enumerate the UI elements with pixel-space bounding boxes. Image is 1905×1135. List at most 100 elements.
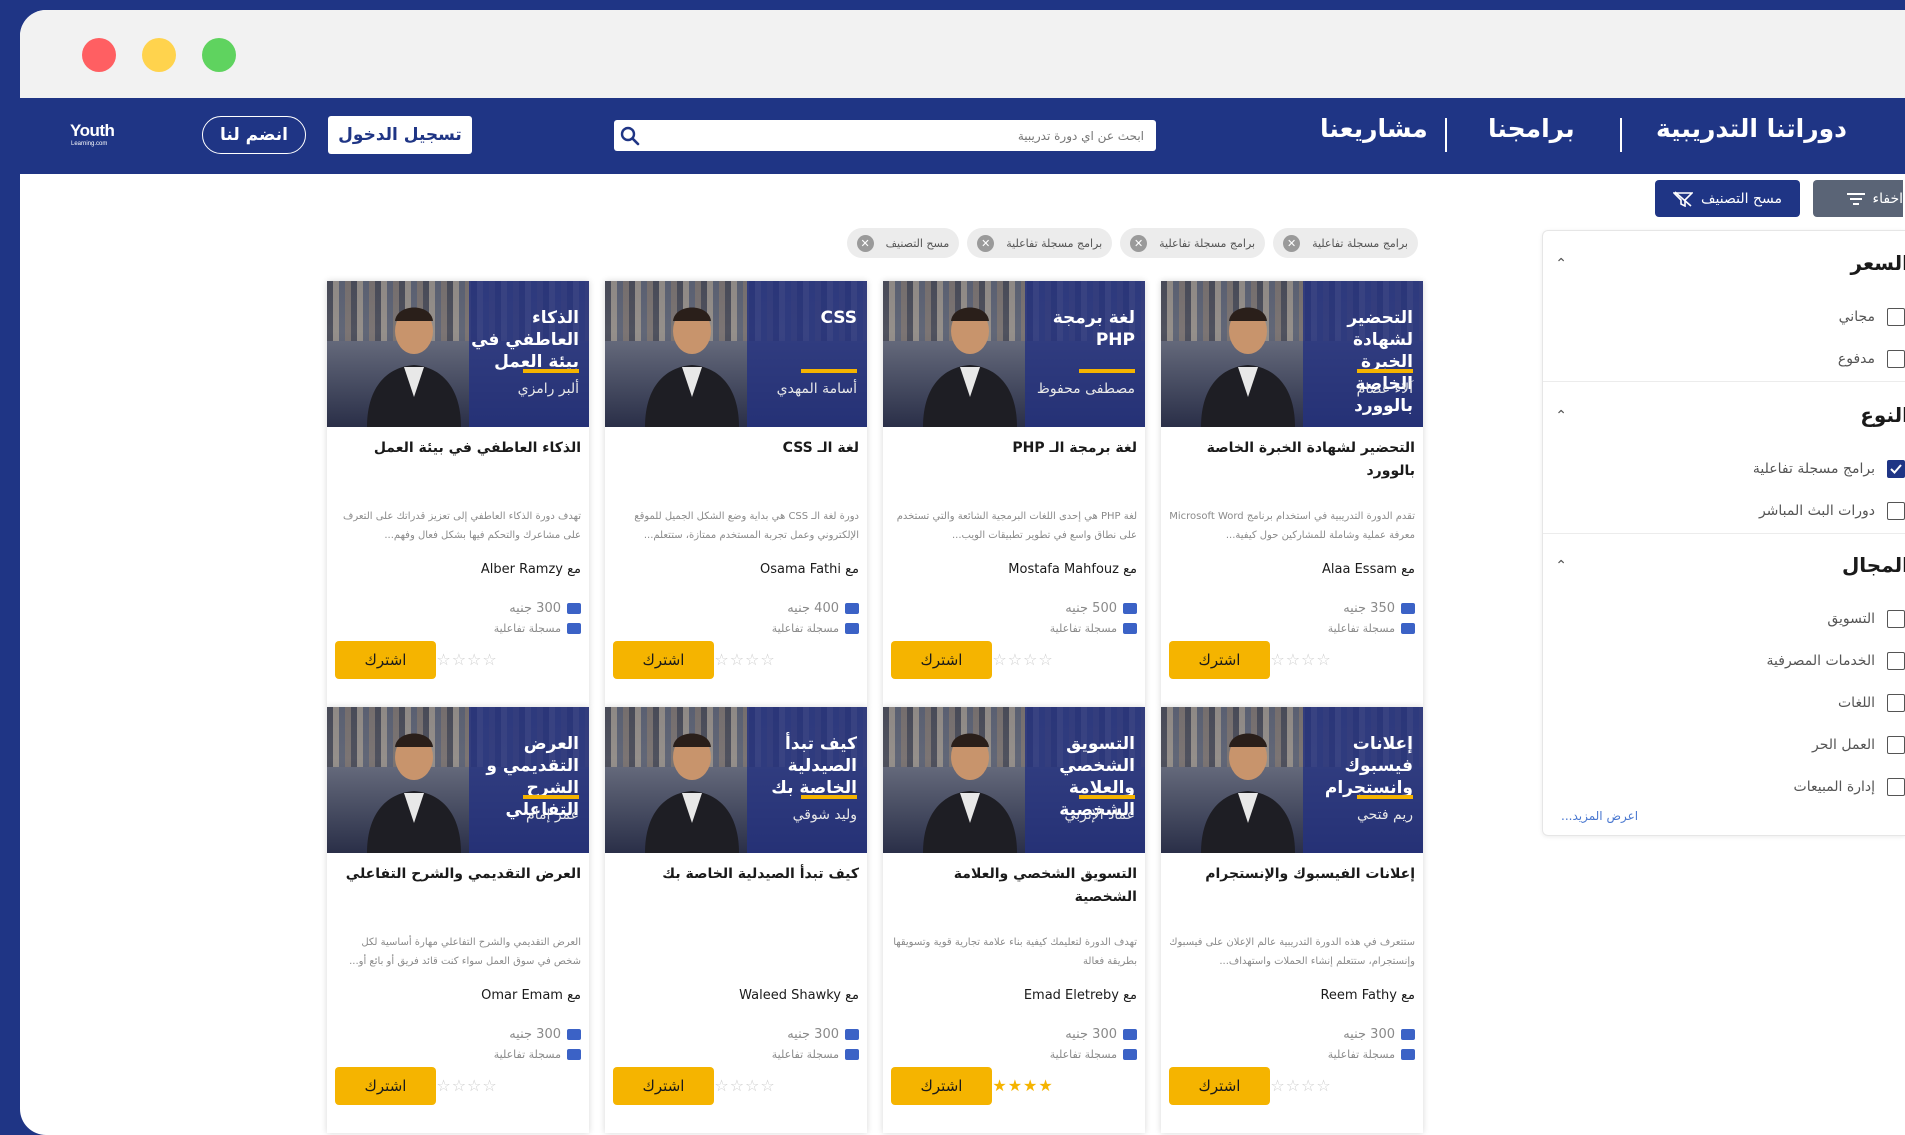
- course-title[interactable]: التسويق الشخصي والعلامة الشخصية: [891, 863, 1137, 909]
- checkbox[interactable]: [1887, 652, 1905, 670]
- filter-option[interactable]: إدارة المبيعات: [1794, 777, 1905, 797]
- checkbox[interactable]: [1887, 350, 1905, 368]
- chevron-up-icon[interactable]: ⌃: [1553, 408, 1567, 424]
- subscribe-button[interactable]: اشترك: [335, 641, 436, 679]
- remove-chip-icon[interactable]: ✕: [977, 234, 995, 252]
- course-instructor: مع Waleed Shawky: [739, 988, 859, 1003]
- search-input[interactable]: [646, 120, 1156, 151]
- remove-chip-icon[interactable]: ✕: [856, 234, 874, 252]
- instructor-photo: [923, 733, 1017, 853]
- course-type: مسجلة تفاعلية: [1050, 622, 1137, 635]
- filter-option[interactable]: برامج مسجلة تفاعلية: [1753, 459, 1905, 479]
- course-card[interactable]: CSS أسامة المهدي لغة الـ CSS دورة لغة الـ C…: [605, 281, 867, 707]
- subscribe-button[interactable]: اشترك: [613, 1067, 714, 1105]
- filter-chip[interactable]: برامج مسجلة تفاعلية ✕: [1120, 228, 1266, 258]
- course-title[interactable]: إعلانات الفيسبوك والإنستجرام: [1169, 863, 1415, 886]
- course-title[interactable]: العرض التقديمي والشرح التفاعلي: [335, 863, 581, 886]
- filter-chip[interactable]: برامج مسجلة تفاعلية ✕: [967, 228, 1113, 258]
- remove-chip-icon[interactable]: ✕: [1130, 234, 1148, 252]
- course-banner[interactable]: التسويق الشخصي والعلامة الشخصية عماد الإت…: [883, 707, 1145, 853]
- course-card[interactable]: إعلانات فيسبوك وانستجرام ريم فتحي إعلانات …: [1161, 707, 1423, 1133]
- course-card[interactable]: لغة برمجة PHP مصطفى محفوظ لغة برمجة الـ PH…: [883, 281, 1145, 707]
- remove-chip-icon[interactable]: ✕: [1283, 234, 1301, 252]
- chevron-up-icon[interactable]: ⌃: [1553, 558, 1567, 574]
- course-title[interactable]: الذكاء العاطفي في بيئة العمل: [335, 437, 581, 460]
- checkbox[interactable]: [1887, 694, 1905, 712]
- banner-title: إعلانات فيسبوك وانستجرام: [1324, 734, 1413, 798]
- close-window-icon[interactable]: [82, 38, 116, 72]
- filter-option[interactable]: العمل الحر: [1812, 735, 1905, 755]
- course-card[interactable]: كيف تبدأ الصيدلية الخاصة بك وليد شوقي كيف …: [605, 707, 867, 1133]
- course-type: مسجلة تفاعلية: [1328, 622, 1415, 635]
- filter-option[interactable]: دورات البث المباشر: [1759, 501, 1905, 521]
- type-label: مسجلة تفاعلية: [1327, 622, 1395, 635]
- checkbox[interactable]: [1887, 502, 1905, 520]
- course-instructor: مع Omar Emam: [481, 988, 581, 1003]
- search-icon[interactable]: [614, 126, 646, 146]
- course-banner[interactable]: CSS أسامة المهدي: [605, 281, 867, 427]
- nav-separator: [1445, 118, 1447, 152]
- hide-filters-button[interactable]: اخفاء: [1813, 180, 1903, 217]
- banner-accent-bar: [523, 795, 579, 799]
- type-label: مسجلة تفاعلية: [771, 622, 839, 635]
- chevron-up-icon[interactable]: ⌃: [1553, 256, 1567, 272]
- course-title[interactable]: كيف تبدأ الصيدلية الخاصة بك: [613, 863, 859, 886]
- filter-option[interactable]: اللغات: [1838, 693, 1905, 713]
- maximize-window-icon[interactable]: [202, 38, 236, 72]
- subscribe-button[interactable]: اشترك: [1169, 1067, 1270, 1105]
- course-card[interactable]: التسويق الشخصي والعلامة الشخصية عماد الإت…: [883, 707, 1145, 1133]
- checkbox[interactable]: [1887, 610, 1905, 628]
- course-title[interactable]: لغة برمجة الـ PHP: [891, 437, 1137, 460]
- nav-item-projects[interactable]: مشاريعنا: [1320, 114, 1428, 143]
- checkbox[interactable]: [1887, 778, 1905, 796]
- course-type: مسجلة تفاعلية: [494, 622, 581, 635]
- subscribe-button[interactable]: اشترك: [613, 641, 714, 679]
- course-banner[interactable]: كيف تبدأ الصيدلية الخاصة بك وليد شوقي: [605, 707, 867, 853]
- login-button[interactable]: تسجيل الدخول: [328, 116, 472, 154]
- course-banner[interactable]: إعلانات فيسبوك وانستجرام ريم فتحي: [1161, 707, 1423, 853]
- show-more-link[interactable]: اعرض المزيد...: [1561, 809, 1638, 823]
- banner-instructor: أسامة المهدي: [776, 381, 857, 397]
- filter-section-title: السعر: [1850, 251, 1905, 275]
- credit-card-icon: [1401, 1029, 1415, 1040]
- course-card[interactable]: العرض التقديمي و الشرح التفاعلي عمر إمام ا…: [327, 707, 589, 1133]
- site-logo[interactable]: Youth Learning.com: [68, 121, 128, 153]
- chip-label: برامج مسجلة تفاعلية: [1312, 236, 1408, 250]
- filter-option[interactable]: مدفوع: [1838, 349, 1905, 369]
- subscribe-button[interactable]: اشترك: [891, 641, 992, 679]
- join-button[interactable]: انضم لنا: [202, 116, 306, 154]
- subscribe-button[interactable]: اشترك: [335, 1067, 436, 1105]
- course-banner[interactable]: لغة برمجة PHP مصطفى محفوظ: [883, 281, 1145, 427]
- checkbox[interactable]: [1887, 736, 1905, 754]
- subscribe-button[interactable]: اشترك: [1169, 641, 1270, 679]
- course-description: تقدم الدورة التدريبية في استخدام برنامج …: [1169, 511, 1415, 541]
- video-icon: [1401, 623, 1415, 634]
- video-icon: [567, 1049, 581, 1060]
- course-banner[interactable]: العرض التقديمي و الشرح التفاعلي عمر إمام: [327, 707, 589, 853]
- course-title[interactable]: لغة الـ CSS: [613, 437, 859, 460]
- checkbox[interactable]: [1887, 308, 1905, 326]
- nav-item-programs[interactable]: برامجنا: [1488, 114, 1575, 143]
- clear-filters-button[interactable]: مسح التصنيف: [1655, 180, 1800, 217]
- subscribe-button[interactable]: اشترك: [891, 1067, 992, 1105]
- course-banner[interactable]: التحضير لشهادة الخبرة الخاصة بالوورد آلاء…: [1161, 281, 1423, 427]
- course-type: مسجلة تفاعلية: [772, 1048, 859, 1061]
- banner-title: لغة برمجة PHP: [1052, 308, 1135, 350]
- course-banner[interactable]: الذكاء العاطفي في بيئة العمل ألبر رامزي: [327, 281, 589, 427]
- minimize-window-icon[interactable]: [142, 38, 176, 72]
- filter-option[interactable]: مجاني: [1839, 307, 1905, 327]
- navbar: Youth Learning.com انضم لنا تسجيل الدخول…: [20, 98, 1905, 174]
- instructor-photo: [1201, 733, 1295, 853]
- nav-item-courses[interactable]: دوراتنا التدريبية: [1656, 114, 1847, 143]
- filter-option[interactable]: الخدمات المصرفية: [1767, 651, 1905, 671]
- course-card[interactable]: الذكاء العاطفي في بيئة العمل ألبر رامزي ال…: [327, 281, 589, 707]
- course-card[interactable]: التحضير لشهادة الخبرة الخاصة بالوورد آلاء…: [1161, 281, 1423, 707]
- instructor-photo: [1201, 307, 1295, 427]
- clear-chip[interactable]: مسح التصنيف ✕: [846, 228, 960, 258]
- credit-card-icon: [1123, 603, 1137, 614]
- filter-chip[interactable]: برامج مسجلة تفاعلية ✕: [1273, 228, 1418, 258]
- filter-option[interactable]: التسويق: [1827, 609, 1905, 629]
- checkbox-checked[interactable]: [1887, 460, 1905, 478]
- video-icon: [1123, 623, 1137, 634]
- course-title[interactable]: التحضير لشهادة الخبرة الخاصة بالوورد: [1169, 437, 1415, 483]
